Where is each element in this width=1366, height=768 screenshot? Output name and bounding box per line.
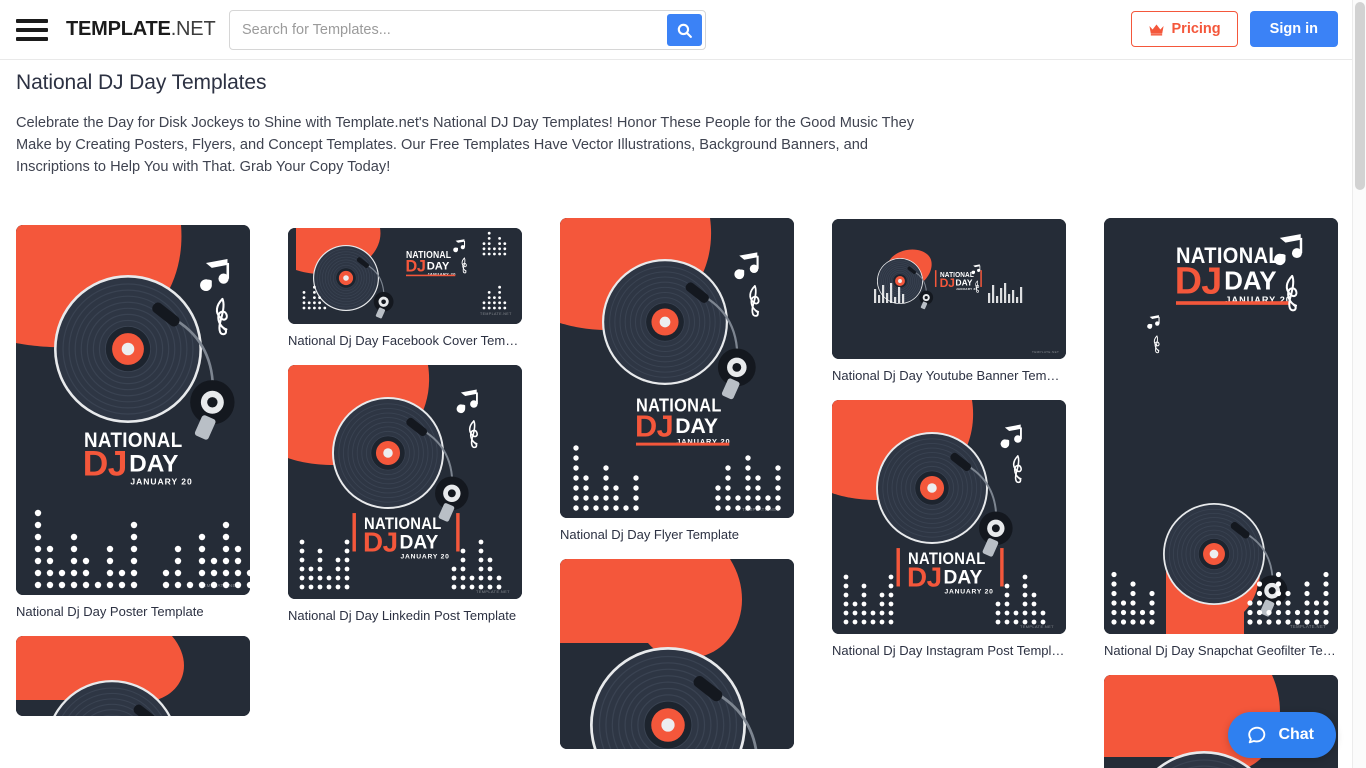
svg-text:DJ: DJ [1175, 259, 1222, 301]
svg-text:JANUARY 20: JANUARY 20 [130, 477, 192, 487]
pricing-label: Pricing [1171, 21, 1221, 37]
template-card[interactable]: NATIONAL DJ DAY JANUARY 20 TEMPLATE.NET N… [288, 365, 522, 624]
template-thumbnail[interactable]: NATIONAL DJ DAY JANUARY 20 TEMPLATE.NET [288, 365, 522, 599]
template-artwork [560, 559, 794, 749]
template-card-title[interactable]: National Dj Day Flyer Template [560, 526, 794, 543]
template-artwork: NATIONAL DJ DAY JANUARY 20 TEMPLATE.NET [832, 400, 1066, 634]
svg-text:DJ: DJ [635, 408, 673, 443]
search-input[interactable] [230, 11, 667, 49]
svg-text:JANUARY 20: JANUARY 20 [400, 554, 449, 561]
template-thumbnail[interactable]: NATIONAL DJ DAY JANUARY 20 TEMPLATE.NET [288, 228, 522, 324]
template-thumbnail[interactable]: NATIONAL DJ DAY JANUARY 20 TEMPLATE.NET [832, 219, 1066, 359]
template-thumbnail[interactable]: NATIONAL DJ DAY JANUARY 20 TEMPLATE.NET [16, 225, 250, 595]
template-card-title[interactable]: National Dj Day Snapchat Geofilter Templ… [1104, 642, 1338, 659]
template-artwork: NATIONAL DJ DAY JANUARY 20 TEMPLATE.NET [1104, 218, 1338, 634]
svg-text:DAY: DAY [944, 568, 983, 589]
svg-text:TEMPLATE.NET: TEMPLATE.NET [1020, 624, 1054, 629]
svg-text:DAY: DAY [400, 533, 439, 554]
template-card[interactable]: NATIONAL DJ DAY JANUARY 20 TEMPLATE.NET N… [288, 228, 522, 349]
site-header: TEMPLATE.NET Pricing Sign in [0, 0, 1352, 60]
crown-icon [1148, 24, 1164, 36]
template-thumbnail[interactable]: NATIONAL DJ DAY JANUARY 20 TEMPLATE.NET [560, 218, 794, 518]
svg-text:DAY: DAY [1224, 266, 1277, 296]
search-icon [677, 23, 692, 38]
brand-name-bold: TEMPLATE [66, 18, 171, 40]
signin-label: Sign in [1269, 21, 1318, 37]
template-card[interactable]: NATIONAL DJ DAY JANUARY 20 TEMPLATE.NET … [1104, 218, 1338, 659]
hamburger-menu-icon[interactable] [16, 18, 48, 42]
template-thumbnail[interactable]: NATIONAL DJ DAY JANUARY 20 TEMPLATE.NET [832, 400, 1066, 634]
svg-text:JANUARY 20: JANUARY 20 [956, 287, 978, 291]
template-card[interactable]: NATIONAL DJ DAY JANUARY 20 TEMPLATE.NET N… [560, 218, 794, 543]
svg-text:DJ: DJ [83, 444, 127, 483]
signin-button[interactable]: Sign in [1249, 11, 1338, 47]
svg-text:JANUARY 20: JANUARY 20 [944, 589, 993, 596]
template-card[interactable] [560, 559, 794, 749]
search-bar[interactable] [229, 10, 706, 50]
svg-text:TEMPLATE.NET: TEMPLATE.NET [476, 589, 510, 594]
svg-text:TEMPLATE.NET: TEMPLATE.NET [1290, 624, 1326, 629]
template-grid-column: NATIONAL DJ DAY JANUARY 20 TEMPLATE.NET N… [288, 228, 522, 768]
brand-name-tld: .NET [170, 18, 216, 40]
chat-bubble-icon [1248, 726, 1266, 744]
template-card-title[interactable]: National Dj Day Instagram Post Template [832, 642, 1066, 659]
svg-text:TEMPLATE.NET: TEMPLATE.NET [742, 507, 780, 512]
svg-text:TEMPLATE.NET: TEMPLATE.NET [200, 583, 239, 588]
template-card-title[interactable]: National Dj Day Facebook Cover Template [288, 332, 522, 349]
template-artwork: NATIONAL DJ DAY JANUARY 20 TEMPLATE.NET [560, 218, 794, 518]
template-artwork: NATIONAL DJ DAY JANUARY 20 TEMPLATE.NET [832, 219, 1066, 359]
template-card[interactable] [16, 636, 250, 716]
template-artwork: NATIONAL DJ DAY JANUARY 20 TEMPLATE.NET [16, 225, 250, 595]
svg-text:TEMPLATE.NET: TEMPLATE.NET [1032, 350, 1059, 354]
svg-text:DAY: DAY [675, 415, 718, 438]
template-grid-column: NATIONAL DJ DAY JANUARY 20 TEMPLATE.NET … [1104, 218, 1338, 768]
template-card[interactable]: NATIONAL DJ DAY JANUARY 20 TEMPLATE.NET N… [832, 400, 1066, 659]
template-card-title[interactable]: National Dj Day Linkedin Post Template [288, 607, 522, 624]
hamburger-bar [16, 36, 48, 41]
header-actions: Pricing Sign in [1130, 11, 1338, 47]
search-button[interactable] [667, 14, 702, 46]
svg-text:DJ: DJ [907, 561, 942, 592]
page-description: Celebrate the Day for Disk Jockeys to Sh… [16, 115, 915, 176]
chat-widget-button[interactable]: Chat [1228, 712, 1336, 758]
svg-text:DJ: DJ [405, 257, 425, 275]
page-title: National DJ Day Templates [16, 71, 267, 94]
pricing-button[interactable]: Pricing [1130, 11, 1238, 47]
svg-text:DJ: DJ [940, 276, 955, 290]
template-grid-column: NATIONAL DJ DAY JANUARY 20 TEMPLATE.NET N… [560, 218, 794, 768]
template-artwork [16, 636, 250, 716]
svg-text:DJ: DJ [363, 526, 398, 557]
template-card[interactable]: NATIONAL DJ DAY JANUARY 20 TEMPLATE.NET N… [832, 219, 1066, 384]
hamburger-bar [16, 18, 48, 23]
template-grid-column: NATIONAL DJ DAY JANUARY 20 TEMPLATE.NET N… [832, 219, 1066, 768]
hamburger-bar [16, 27, 48, 32]
template-card-title[interactable]: National Dj Day Poster Template [16, 603, 250, 620]
template-artwork: NATIONAL DJ DAY JANUARY 20 TEMPLATE.NET [288, 365, 522, 599]
svg-text:DAY: DAY [129, 451, 178, 478]
page-content: National DJ Day Templates Celebrate the … [0, 60, 1352, 768]
template-thumbnail[interactable] [16, 636, 250, 716]
template-thumbnail[interactable] [560, 559, 794, 749]
brand-logo[interactable]: TEMPLATE.NET [66, 18, 216, 41]
chat-label: Chat [1278, 726, 1314, 743]
template-grid: NATIONAL DJ DAY JANUARY 20 TEMPLATE.NET N… [16, 218, 1346, 768]
template-thumbnail[interactable]: NATIONAL DJ DAY JANUARY 20 TEMPLATE.NET [1104, 218, 1338, 634]
template-card[interactable]: NATIONAL DJ DAY JANUARY 20 TEMPLATE.NET N… [16, 225, 250, 620]
scrollbar-thumb[interactable] [1355, 2, 1365, 190]
template-artwork: NATIONAL DJ DAY JANUARY 20 TEMPLATE.NET [288, 228, 522, 324]
svg-text:TEMPLATE.NET: TEMPLATE.NET [480, 312, 512, 316]
page-scrollbar[interactable] [1352, 0, 1366, 768]
template-card-title[interactable]: National Dj Day Youtube Banner Template [832, 367, 1066, 384]
template-grid-column: NATIONAL DJ DAY JANUARY 20 TEMPLATE.NET N… [16, 225, 250, 768]
